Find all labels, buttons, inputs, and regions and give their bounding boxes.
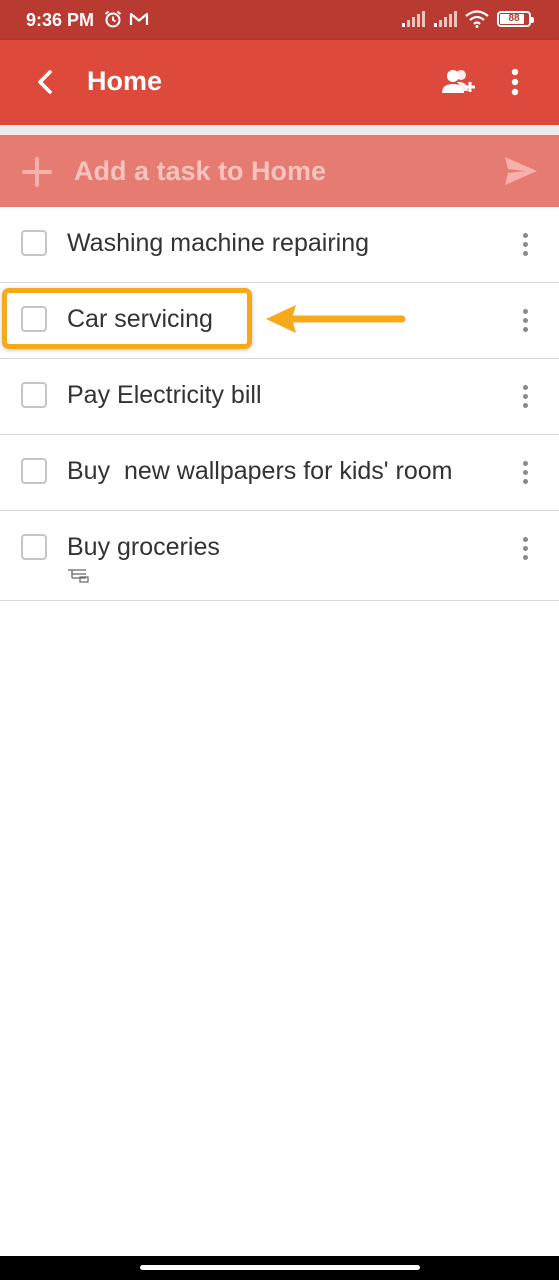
highlight-box [2, 288, 252, 349]
share-list-button[interactable] [440, 64, 478, 100]
task-more-icon[interactable] [512, 305, 538, 335]
status-left-icons [103, 9, 149, 29]
status-right-icons: 88 [401, 10, 534, 28]
task-row[interactable]: Buy new wallpapers for kids' room [0, 435, 559, 511]
send-task-button[interactable] [503, 154, 539, 188]
more-options-button[interactable] [500, 64, 530, 100]
back-button[interactable] [28, 65, 62, 99]
subtasks-icon [68, 569, 89, 583]
task-more-icon[interactable] [512, 381, 538, 411]
task-list: Washing machine repairing Car servicing … [0, 207, 559, 601]
task-checkbox[interactable] [21, 534, 47, 560]
alarm-icon [104, 10, 122, 28]
battery-cap [531, 17, 534, 23]
task-more-icon[interactable] [512, 457, 538, 487]
task-label: Pay Electricity bill [67, 381, 262, 409]
task-label: Buy groceries [67, 533, 220, 561]
more-vertical-icon [511, 68, 519, 96]
page-title: Home [87, 66, 163, 96]
app-bar: Home [0, 40, 559, 125]
task-more-icon[interactable] [512, 229, 538, 259]
signal-icon [402, 11, 425, 27]
send-icon [505, 157, 537, 185]
system-nav-bar [0, 1256, 559, 1280]
task-row[interactable]: Pay Electricity bill [0, 359, 559, 435]
add-task-input[interactable] [74, 153, 474, 189]
signal-icon [434, 11, 457, 27]
battery-icon: 88 [497, 11, 534, 27]
add-person-icon [442, 70, 475, 93]
plus-icon [22, 157, 52, 187]
gmail-icon [129, 12, 149, 25]
app-bar-divider [0, 125, 559, 135]
task-row[interactable]: Washing machine repairing [0, 207, 559, 283]
wifi-icon [465, 10, 489, 28]
pointer-arrow-icon [266, 305, 406, 333]
task-checkbox[interactable] [21, 458, 47, 484]
task-label: Buy new wallpapers for kids' room [67, 457, 453, 485]
home-gesture-handle[interactable] [140, 1265, 420, 1270]
task-label: Washing machine repairing [67, 229, 370, 257]
status-time: 9:36 PM [26, 10, 95, 30]
task-checkbox[interactable] [21, 230, 47, 256]
task-row[interactable]: Buy groceries [0, 511, 559, 601]
task-checkbox[interactable] [21, 382, 47, 408]
back-arrow-icon [38, 70, 52, 94]
status-bar: 9:36 PM 88 [0, 0, 559, 40]
battery-level: 88 [508, 13, 520, 24]
task-more-icon[interactable] [512, 533, 538, 563]
add-task-bar [0, 135, 559, 207]
